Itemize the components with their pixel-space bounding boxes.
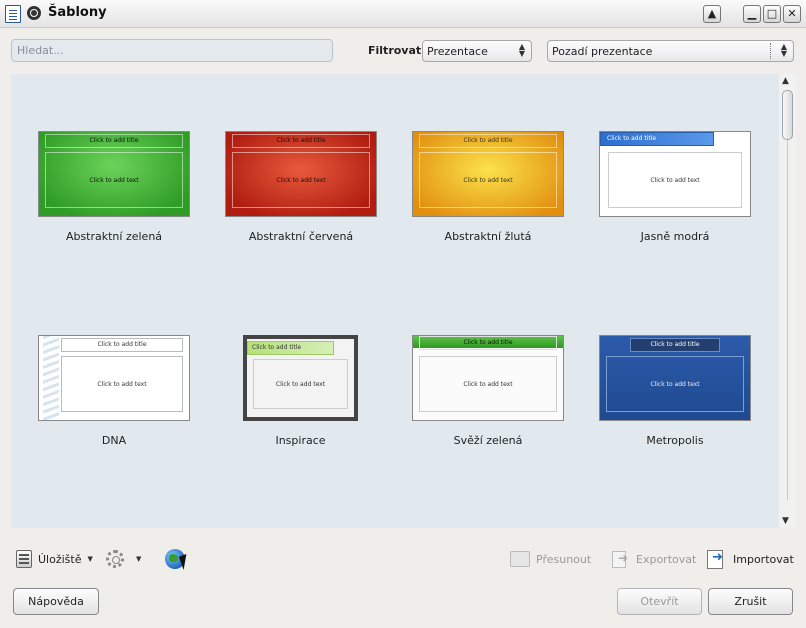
import-label: Importovat: [733, 552, 794, 566]
thumb-text-placeholder: Click to add text: [45, 152, 183, 208]
thumb-title-placeholder: Click to add title: [247, 341, 334, 355]
template-name: Abstraktní žlutá: [444, 230, 532, 243]
template-thumbnail: Click to add title Click to add text: [412, 131, 564, 217]
cancel-button[interactable]: Zrušit: [708, 588, 793, 615]
thumb-title-placeholder: Click to add title: [45, 134, 183, 148]
template-thumbnail: Click to add title Click to add text: [243, 335, 358, 421]
template-name: Abstraktní červená: [248, 230, 354, 243]
thumb-text-placeholder: Click to add text: [606, 356, 744, 412]
thumb-text-placeholder: Click to add text: [61, 356, 183, 412]
window-title: Šablony: [48, 5, 107, 20]
maximize-button[interactable]: □: [763, 5, 781, 23]
thumb-title-placeholder: Click to add title: [232, 134, 370, 148]
template-item[interactable]: Click to add title Click to add text DNA: [38, 335, 190, 447]
window-titlebar: Šablony ▲ ▁ □ ✕: [0, 0, 806, 28]
filter-category-select[interactable]: Pozadí prezentace ▲ ▼: [547, 40, 794, 62]
combo-separator: [770, 43, 771, 59]
template-item[interactable]: Click to add title Click to add text Jas…: [599, 131, 751, 243]
templates-view[interactable]: Click to add title Click to add text Abs…: [11, 74, 779, 528]
vertical-scrollbar[interactable]: ▲ ▼: [779, 74, 796, 528]
template-name: Abstraktní zelená: [65, 230, 163, 243]
thumb-title-placeholder: Click to add title: [630, 338, 720, 352]
settings-button[interactable]: ▼: [106, 548, 141, 570]
thumb-text-placeholder: Click to add text: [232, 152, 370, 208]
storage-button[interactable]: Úložiště ▼: [16, 548, 93, 570]
move-button[interactable]: Přesunout: [510, 548, 591, 570]
template-thumbnail: Click to add title Click to add text: [225, 131, 377, 217]
template-item[interactable]: Click to add title Click to add text Svě…: [412, 335, 564, 447]
storage-icon: [16, 550, 32, 568]
dropdown-caret-icon: ▼: [136, 555, 142, 563]
filter-type-select[interactable]: Prezentace ▲ ▼: [422, 40, 532, 62]
thumb-text-placeholder: Click to add text: [253, 359, 348, 409]
template-thumbnail: Click to add title Click to add text: [599, 335, 751, 421]
template-item[interactable]: Click to add title Click to add text Abs…: [225, 131, 377, 243]
open-button[interactable]: Otevřít: [617, 588, 702, 615]
move-label: Přesunout: [536, 552, 592, 566]
settings-gear-icon: [106, 550, 124, 568]
filter-category-value: Pozadí prezentace: [552, 45, 653, 58]
thumb-text-placeholder: Click to add text: [608, 152, 742, 208]
document-app-icon: [5, 5, 21, 23]
template-name: Inspirace: [275, 434, 326, 447]
scroll-down-icon[interactable]: ▼: [782, 516, 789, 526]
export-icon: [612, 551, 630, 568]
filter-label: Filtrovat: [368, 44, 422, 57]
dropdown-caret-icon: ▼: [87, 555, 93, 563]
thumb-title-placeholder: Click to add title: [419, 134, 557, 148]
storage-label: Úložiště: [38, 552, 82, 566]
template-thumbnail: Click to add title Click to add text: [412, 335, 564, 421]
close-button[interactable]: ✕: [783, 5, 801, 23]
export-label: Exportovat: [636, 552, 697, 566]
updown-arrows-icon: ▲ ▼: [780, 42, 787, 58]
thumb-title-placeholder: Click to add title: [419, 336, 557, 350]
window-menu-icon[interactable]: [27, 6, 41, 20]
export-button[interactable]: Exportovat: [612, 548, 696, 570]
thumb-title-placeholder: Click to add title: [61, 338, 183, 352]
thumb-text-placeholder: Click to add text: [419, 152, 557, 208]
scrollbar-thumb[interactable]: [782, 90, 793, 140]
scroll-up-icon[interactable]: ▲: [782, 76, 789, 86]
help-button[interactable]: Nápověda: [13, 588, 99, 615]
template-item[interactable]: Click to add title Click to add text Met…: [599, 335, 751, 447]
thumb-text-placeholder: Click to add text: [419, 356, 557, 412]
thumb-title-placeholder: Click to add title: [600, 132, 714, 146]
template-name: Svěží zelená: [453, 434, 523, 447]
template-thumbnail: Click to add title Click to add text: [38, 131, 190, 217]
move-icon: [510, 551, 530, 567]
scrollbar-track: [787, 140, 788, 500]
minimize-button[interactable]: ▁: [743, 5, 761, 23]
template-name: DNA: [101, 434, 127, 447]
template-name: Jasně modrá: [640, 230, 710, 243]
import-button[interactable]: Importovat: [707, 548, 794, 570]
template-item[interactable]: Click to add title Click to add text Abs…: [38, 131, 190, 243]
template-name: Metropolis: [646, 434, 704, 447]
filter-type-value: Prezentace: [427, 45, 488, 58]
template-thumbnail: Click to add title Click to add text: [599, 131, 751, 217]
shade-button[interactable]: ▲: [703, 5, 721, 23]
import-icon: [707, 550, 727, 569]
search-input[interactable]: Hledat...: [11, 39, 333, 62]
template-item[interactable]: Click to add title Click to add text Abs…: [412, 131, 564, 243]
updown-arrows-icon: ▲ ▼: [518, 42, 525, 58]
template-thumbnail: Click to add title Click to add text: [38, 335, 190, 421]
template-item[interactable]: Click to add title Click to add text Ins…: [243, 335, 358, 447]
